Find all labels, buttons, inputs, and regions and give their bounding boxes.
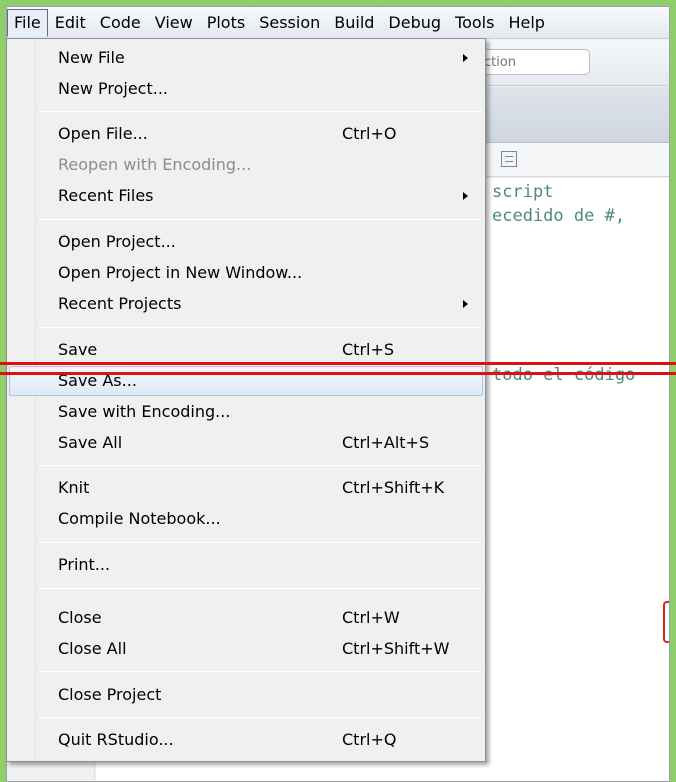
menu-item-recent-files[interactable]: Recent Files (9, 181, 483, 211)
menu-separator (39, 717, 482, 718)
menu-separator (39, 327, 482, 328)
code-line-3: todo el código (492, 365, 636, 385)
menu-item-knit[interactable]: Knit Ctrl+Shift+K (9, 473, 483, 503)
menu-item-shortcut: Ctrl+O (342, 124, 397, 143)
menu-plots[interactable]: Plots (200, 9, 253, 37)
menu-item-label: Close (58, 608, 102, 627)
menu-item-quit-rstudio[interactable]: Quit RStudio... Ctrl+Q (9, 725, 483, 755)
menu-session[interactable]: Session (252, 9, 327, 37)
menu-item-label: Reopen with Encoding... (58, 155, 252, 174)
menu-separator (39, 588, 482, 589)
document-outline-icon[interactable] (501, 151, 517, 167)
menu-item-label: New Project... (58, 79, 168, 98)
menu-tools[interactable]: Tools (448, 9, 501, 37)
menu-item-shortcut: Ctrl+Alt+S (342, 433, 430, 452)
menu-item-shortcut: Ctrl+Shift+K (342, 478, 445, 497)
menu-item-label: Save (58, 340, 98, 359)
menu-code[interactable]: Code (93, 9, 148, 37)
menu-view[interactable]: View (148, 9, 200, 37)
menu-item-shortcut: Ctrl+Shift+W (342, 639, 450, 658)
submenu-arrow-icon (463, 300, 468, 308)
menu-item-label: Save All (58, 433, 123, 452)
menu-item-recent-projects[interactable]: Recent Projects (9, 289, 483, 319)
menu-item-new-project[interactable]: New Project... (9, 74, 483, 104)
menu-separator (39, 111, 482, 112)
menu-item-new-file[interactable]: New File (9, 43, 483, 73)
menu-item-compile-notebook[interactable]: Compile Notebook... (9, 504, 483, 534)
menu-item-close-project[interactable]: Close Project (9, 680, 483, 710)
menu-item-label: Open Project in New Window... (58, 263, 303, 282)
menu-separator (39, 465, 482, 466)
menu-item-print[interactable]: Print... (9, 550, 483, 580)
menu-item-label: Open Project... (58, 232, 176, 251)
menu-item-shortcut: Ctrl+W (342, 608, 400, 627)
menu-item-label: Save As... (58, 371, 137, 390)
menu-bar: File Edit Code View Plots Session Build … (7, 7, 669, 39)
menu-item-save-all[interactable]: Save All Ctrl+Alt+S (9, 428, 483, 458)
menu-item-reopen-with-encoding: Reopen with Encoding... (9, 150, 483, 180)
code-line-1: script (492, 182, 554, 202)
menu-file[interactable]: File (7, 8, 48, 37)
menu-separator (39, 542, 482, 543)
menu-item-label: Print... (58, 555, 111, 574)
menu-item-open-file[interactable]: Open File... Ctrl+O (9, 119, 483, 149)
menu-separator (39, 671, 482, 672)
menu-separator (39, 219, 482, 220)
code-line-2: ecedido de #, (492, 206, 626, 226)
menu-item-shortcut: Ctrl+S (342, 340, 395, 359)
menu-item-close-all[interactable]: Close All Ctrl+Shift+W (9, 634, 483, 664)
menu-item-label: Quit RStudio... (58, 730, 174, 749)
menu-item-label: Recent Files (58, 186, 154, 205)
menu-item-label: Save with Encoding... (58, 402, 231, 421)
submenu-arrow-icon (463, 192, 468, 200)
menu-debug[interactable]: Debug (381, 9, 448, 37)
menu-build[interactable]: Build (327, 9, 381, 37)
menu-item-label: New File (58, 48, 125, 67)
menu-item-open-project[interactable]: Open Project... (9, 227, 483, 257)
menu-item-save-with-encoding[interactable]: Save with Encoding... (9, 397, 483, 427)
submenu-arrow-icon (463, 54, 468, 62)
menu-item-label: Recent Projects (58, 294, 182, 313)
menu-item-save[interactable]: Save Ctrl+S (9, 335, 483, 365)
error-marker (663, 601, 669, 643)
menu-item-shortcut: Ctrl+Q (342, 730, 397, 749)
menu-item-open-project-new-window[interactable]: Open Project in New Window... (9, 258, 483, 288)
menu-help[interactable]: Help (501, 9, 551, 37)
menu-item-label: Close All (58, 639, 127, 658)
menu-item-label: Close Project (58, 685, 162, 704)
menu-item-label: Open File... (58, 124, 148, 143)
menu-item-label: Knit (58, 478, 90, 497)
go-to-function-input[interactable] (475, 49, 590, 75)
menu-edit[interactable]: Edit (48, 9, 93, 37)
menu-item-label: Compile Notebook... (58, 509, 221, 528)
menu-item-save-as[interactable]: Save As... (9, 366, 483, 396)
file-menu-dropdown: New File New Project... Open File... Ctr… (6, 38, 486, 762)
menu-item-close[interactable]: Close Ctrl+W (9, 603, 483, 633)
